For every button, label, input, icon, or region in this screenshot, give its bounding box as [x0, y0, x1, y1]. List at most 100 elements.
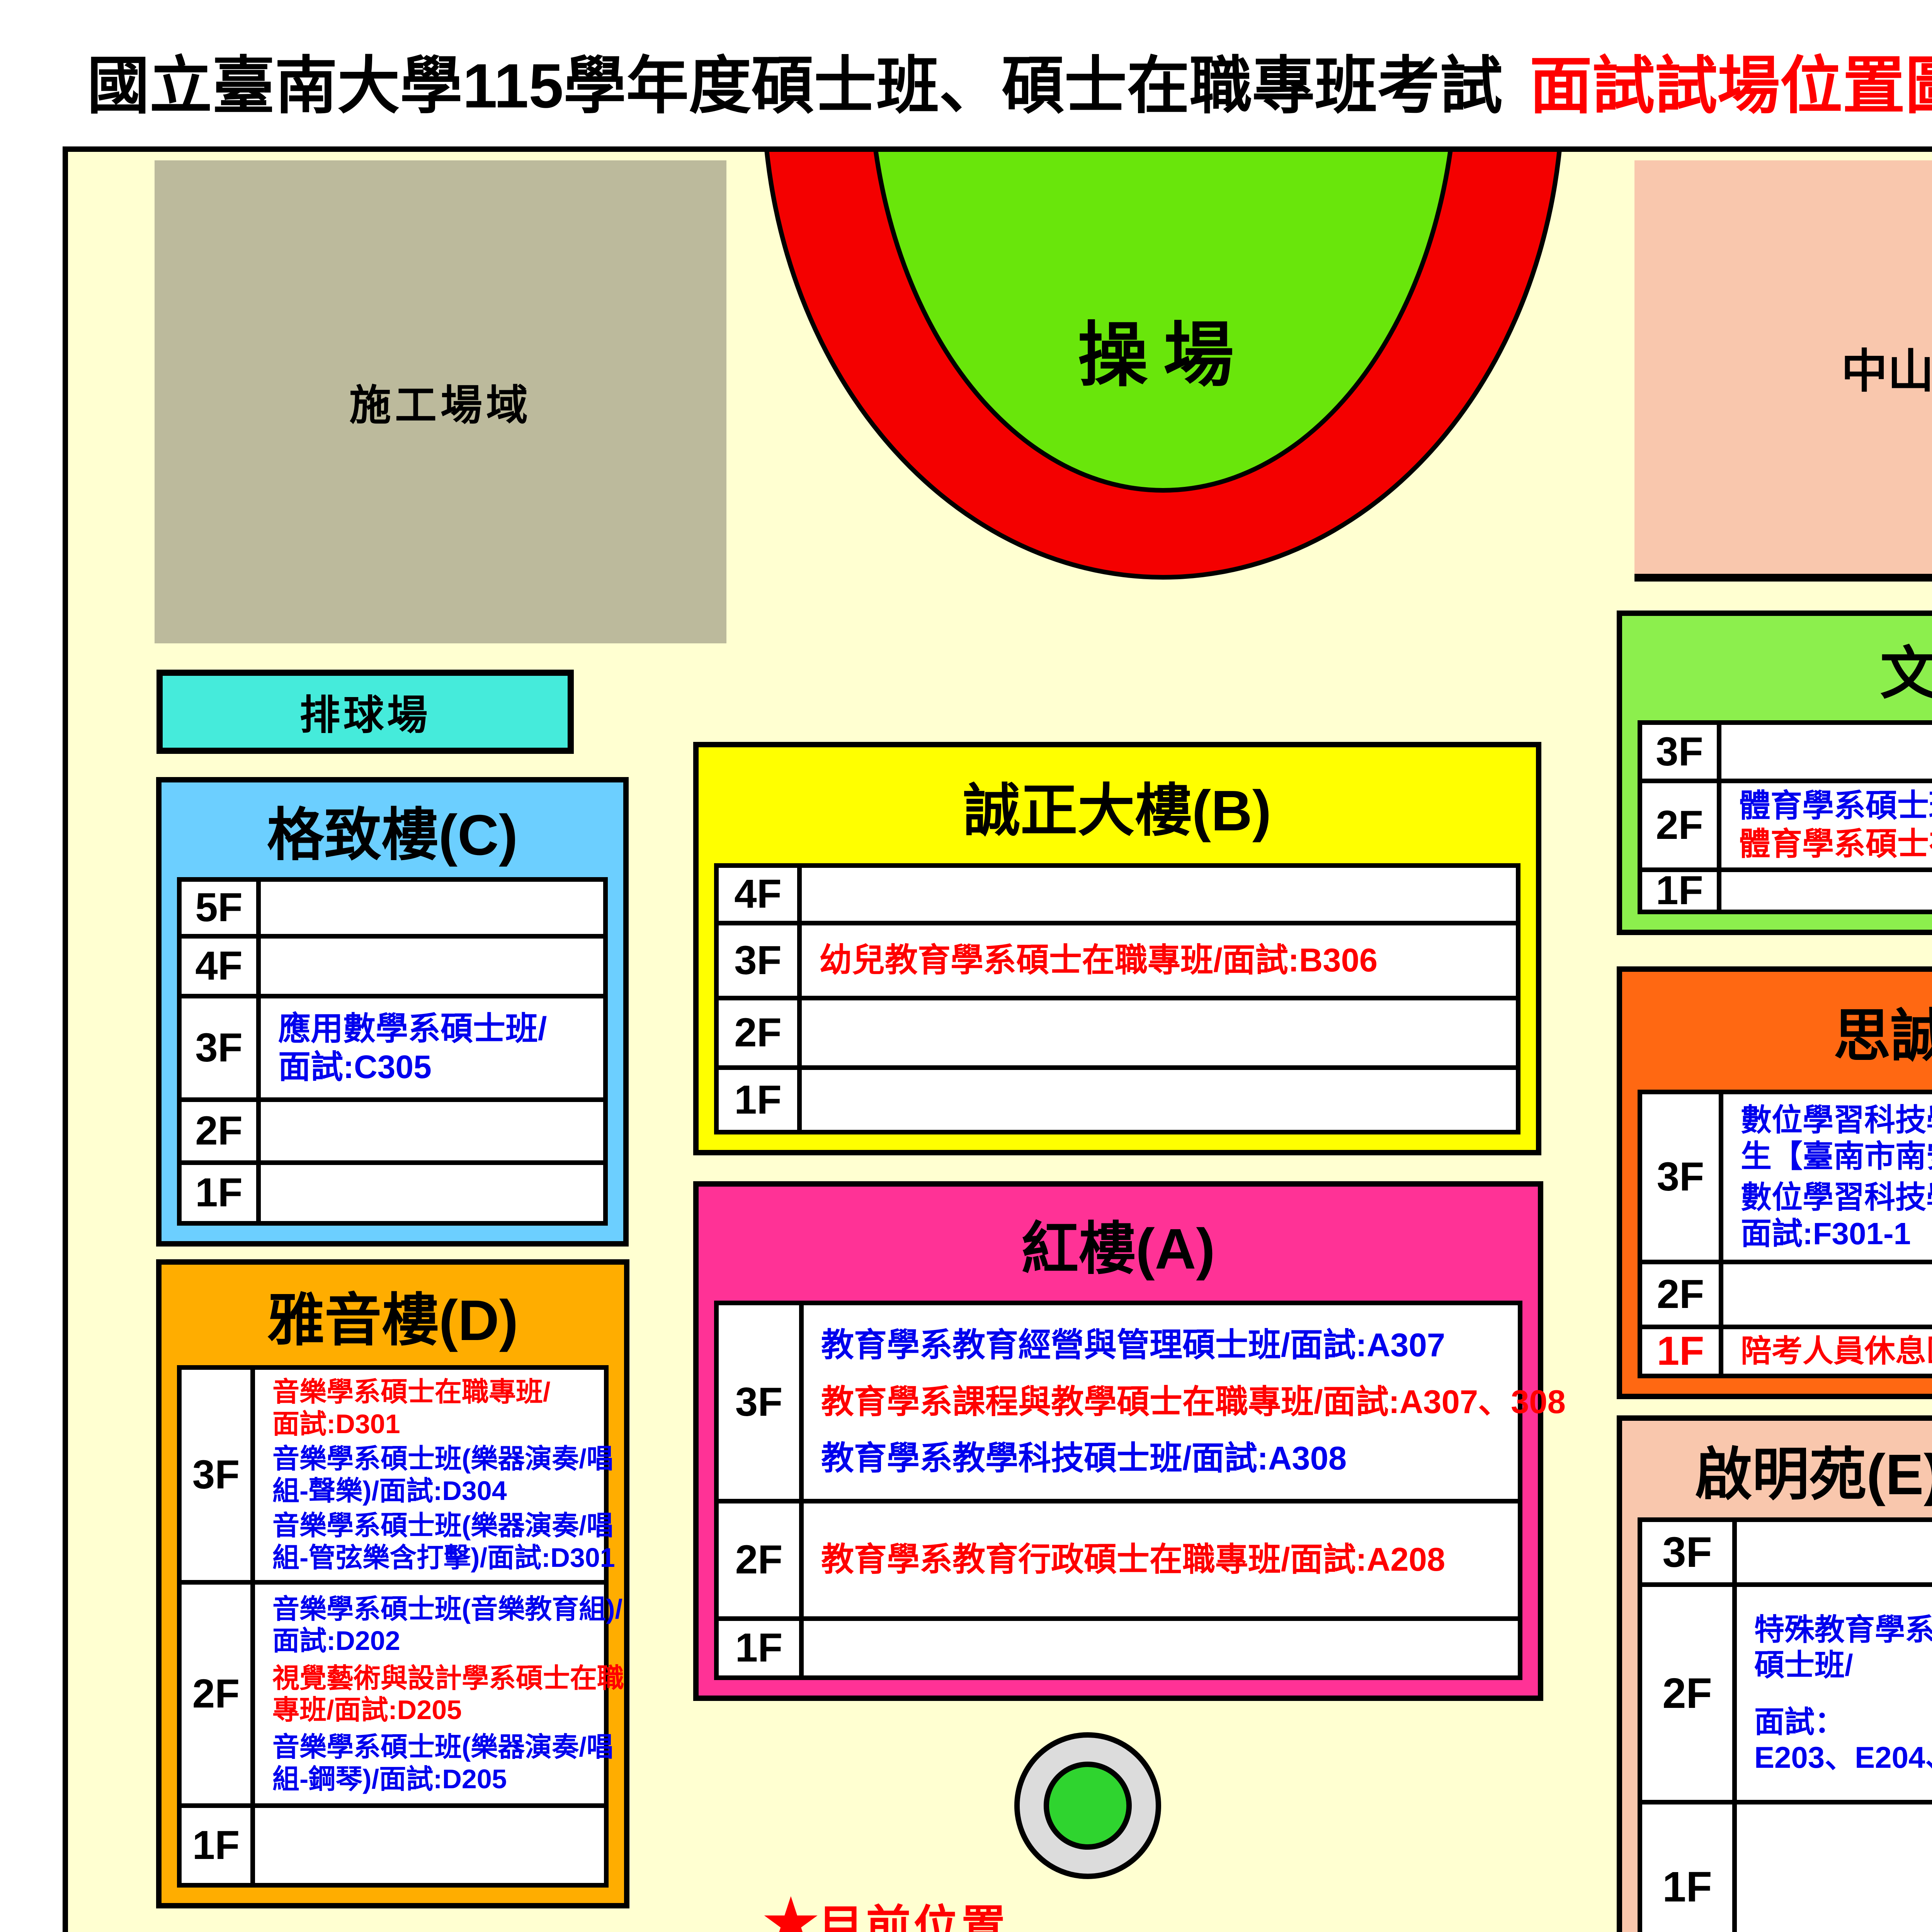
building-E-2F-entry-2: 面試：E203、E204、E210 — [1754, 1704, 1932, 1775]
fountain-circle — [1014, 1732, 1161, 1879]
building-E-name: 啟明苑(E) — [1622, 1421, 1932, 1517]
exam-room-line: 視覺藝術與設計學系碩士在職 — [272, 1662, 624, 1694]
exam-room-line: 生【臺南市南安國小】/面試:F301-1 — [1741, 1138, 1932, 1175]
building-D-floor-content-1F — [255, 1808, 604, 1883]
building-E-floor-content-1F — [1737, 1804, 1932, 1932]
building-G-floor-content-1F — [1721, 872, 1932, 910]
building-B-floor-content-2F — [802, 1000, 1516, 1065]
building-F-floor-content-2F — [1723, 1264, 1932, 1324]
building-E-2F-entry-1: 特殊教育學系碩士班/ — [1754, 1612, 1932, 1683]
exam-room-line: 專班/面試:D205 — [272, 1694, 624, 1726]
building-B-floor-label-3F: 3F — [719, 925, 802, 996]
building-C-floor-content-4F — [261, 939, 603, 994]
building-A-2F-entry-1: 教育學系教育行政碩士在職專班/面試:A208 — [821, 1541, 1510, 1579]
volleyball-court-label: 排球場 — [299, 682, 430, 741]
building-B-floor-content-4F — [802, 868, 1516, 921]
building-G-floor-label-3F: 3F — [1642, 725, 1721, 779]
building-C-floor-label-4F: 4F — [182, 939, 261, 994]
building-G-floor-content-3F — [1721, 725, 1932, 779]
exam-room-line: 體育學系碩士班/面試:G203 — [1739, 787, 1932, 825]
title-exam: 國立臺南大學115學年度碩士班、碩士在職專班考試 — [87, 35, 1502, 126]
building-E-floor-content-2F: 特殊教育學系碩士班/面試：E203、E204、E210 — [1737, 1587, 1932, 1800]
building-D-floor-label-2F: 2F — [182, 1585, 255, 1804]
building-F-row-1F: 1F 陪考人員休息區/F101、F103 — [1642, 1329, 1932, 1374]
building-E-floor-table: 3F2F特殊教育學系碩士班/面試：E203、E204、E2101F — [1638, 1517, 1932, 1932]
building-G-2F-entry-1: 體育學系碩士班/面試:G203 — [1739, 787, 1932, 825]
title-map-name: 面試試場位置圖（府城校區） — [1529, 35, 1932, 126]
building-G-floor-table: 3F2F體育學系碩士班/面試:G203體育學系碩士在職專班/面試:G2021F — [1638, 720, 1932, 914]
track-label-text: 操場 — [1078, 298, 1249, 400]
building-C-row-4F: 4F — [182, 939, 603, 999]
building-A-floor-label-3F: 3F — [719, 1305, 804, 1499]
building-F-floor-label-3F: 3F — [1642, 1094, 1723, 1260]
building-F-3F-entry-1: 數位學習科技學系碩士班公費生【臺南市南安國小】/面試:F301-1 — [1741, 1102, 1932, 1175]
exam-room-line: 組-聲樂)/面試:D304 — [272, 1475, 615, 1507]
building-A-floor-content-2F: 教育學系教育行政碩士在職專班/面試:A208 — [804, 1503, 1518, 1616]
building-C-floor-label-3F: 3F — [182, 998, 261, 1097]
exam-room-line: 組-鋼琴)/面試:D205 — [272, 1763, 624, 1795]
area-zhongshan-hall: 中山館 — [1634, 160, 1932, 582]
exam-room-line: 特殊教育學系 — [1754, 1612, 1932, 1647]
building-F-floor-table: 3F數位學習科技學系碩士班公費生【臺南市南安國小】/面試:F301-1數位學習科… — [1638, 1090, 1932, 1378]
building-B-floor-table: 4F3F 幼兒教育學系碩士在職專班/面試:B306 2F1F — [714, 863, 1520, 1134]
exam-room-line: 音樂學系碩士班(音樂教育組)/ — [272, 1593, 624, 1625]
current-location-marker: ★ 目前位置 — [763, 1891, 1009, 1932]
building-C-floor-content-3F: 應用數學系碩士班/面試:C305 — [261, 998, 603, 1097]
building-A-floor-table: 3F教育學系教育經營與管理碩士班/面試:A307教育學系課程與教學碩士在職專班/… — [714, 1301, 1522, 1680]
area-construction-zone: 施工場域 — [155, 160, 726, 643]
building-E-row-1F: 1F — [1642, 1804, 1932, 1932]
building-B-floor-label-4F: 4F — [719, 868, 802, 921]
building-D-3F-entry-1: 音樂學系碩士在職專班/面試:D301 — [272, 1376, 615, 1440]
building-A: 紅樓(A)3F教育學系教育經營與管理碩士班/面試:A307教育學系課程與教學碩士… — [693, 1181, 1543, 1701]
building-B-row-1F: 1F — [719, 1070, 1516, 1130]
building-G-floor-label-2F: 2F — [1642, 783, 1721, 867]
building-C-name: 格致樓(C) — [162, 782, 623, 877]
exam-room-line: 應用數學系碩士班/ — [278, 1010, 595, 1048]
building-B-3F-entry-1: 幼兒教育學系碩士在職專班/面試:B306 — [819, 941, 1508, 980]
building-D-floor-label-1F: 1F — [182, 1808, 255, 1883]
building-E-row-2F: 2F特殊教育學系碩士班/面試：E203、E204、E210 — [1642, 1587, 1932, 1804]
building-F-1F-entry-1: 陪考人員休息區/F101、F103 — [1741, 1333, 1932, 1369]
building-G-2F-entry-2: 體育學系碩士在職專班/面試:G202 — [1739, 826, 1932, 863]
exam-room-line: 教育學系教育行政碩士在職專班/面試:A208 — [821, 1541, 1510, 1579]
building-C-3F-entry-1: 應用數學系碩士班/面試:C305 — [278, 1010, 595, 1086]
building-C-floor-content-5F — [261, 882, 603, 934]
building-D-3F-entry-3: 音樂學系碩士班(樂器演奏/唱組-管弦樂含打擊)/面試:D301 — [272, 1510, 615, 1573]
exam-room-line: 音樂學系碩士班(樂器演奏/唱 — [272, 1731, 624, 1763]
building-E: 啟明苑(E)3F2F特殊教育學系碩士班/面試：E203、E204、E2101F — [1617, 1415, 1932, 1932]
construction-zone-label: 施工場域 — [349, 372, 532, 432]
building-A-floor-label-2F: 2F — [719, 1503, 804, 1616]
building-E-floor-label-2F: 2F — [1642, 1587, 1737, 1800]
building-A-floor-content-3F: 教育學系教育經營與管理碩士班/面試:A307教育學系課程與教學碩士在職專班/面試… — [804, 1305, 1573, 1499]
building-C-floor-content-2F — [261, 1102, 603, 1160]
star-icon: ★ — [763, 1892, 818, 1932]
fountain-center — [1044, 1762, 1132, 1850]
exam-room-line: 陪考人員休息區/F101、F103 — [1741, 1333, 1932, 1369]
exam-room-line: 音樂學系碩士班(樂器演奏/唱 — [272, 1510, 615, 1542]
building-C-row-5F: 5F — [182, 882, 603, 939]
track-label: 操場 — [980, 312, 1347, 386]
building-B-floor-label-2F: 2F — [719, 1000, 802, 1065]
building-D-floor-content-3F: 音樂學系碩士在職專班/面試:D301音樂學系碩士班(樂器演奏/唱組-聲樂)/面試… — [255, 1370, 623, 1580]
building-G-floor-content-2F: 體育學系碩士班/面試:G203體育學系碩士在職專班/面試:G202 — [1721, 783, 1932, 867]
building-D: 雅音樓(D)3F音樂學系碩士在職專班/面試:D301音樂學系碩士班(樂器演奏/唱… — [156, 1259, 629, 1908]
building-B-name: 誠正大樓(B) — [699, 747, 1536, 863]
exam-room-line: 音樂學系碩士班(樂器演奏/唱 — [272, 1443, 615, 1475]
building-C-floor-label-2F: 2F — [182, 1102, 261, 1160]
exam-room-line: 數位學習科技學系碩士班公費 — [1741, 1102, 1932, 1138]
building-D-floor-table: 3F音樂學系碩士在職專班/面試:D301音樂學系碩士班(樂器演奏/唱組-聲樂)/… — [177, 1365, 609, 1888]
building-C-row-3F: 3F應用數學系碩士班/面試:C305 — [182, 998, 603, 1102]
building-A-floor-label-1F: 1F — [719, 1621, 804, 1675]
building-B-row-2F: 2F — [719, 1000, 1516, 1070]
building-A-row-2F: 2F 教育學系教育行政碩士在職專班/面試:A208 — [719, 1503, 1518, 1621]
exam-room-line: 面試:D202 — [272, 1625, 624, 1657]
exam-room-line: 教育學系教育經營與管理碩士班/面試:A307 — [821, 1326, 1566, 1365]
building-B: 誠正大樓(B)4F3F 幼兒教育學系碩士在職專班/面試:B306 2F1F — [693, 742, 1541, 1155]
campus-map: 施工場域 操場 中山館 地址：臺南市中西區 樹林街二段33號 電話：06-213… — [63, 146, 1932, 1932]
building-C-floor-content-1F — [261, 1165, 603, 1221]
building-F-3F-entry-2: 數位學習科技學系碩士班/面試:F301-1 — [1741, 1179, 1932, 1252]
building-G-row-1F: 1F — [1642, 872, 1932, 910]
building-F-floor-content-3F: 數位學習科技學系碩士班公費生【臺南市南安國小】/面試:F301-1數位學習科技學… — [1723, 1094, 1932, 1260]
building-F-floor-label-1F: 1F — [1642, 1329, 1723, 1374]
building-D-floor-content-2F: 音樂學系碩士班(音樂教育組)/面試:D202 視覺藝術與設計學系碩士在職專班/面試… — [255, 1585, 632, 1804]
